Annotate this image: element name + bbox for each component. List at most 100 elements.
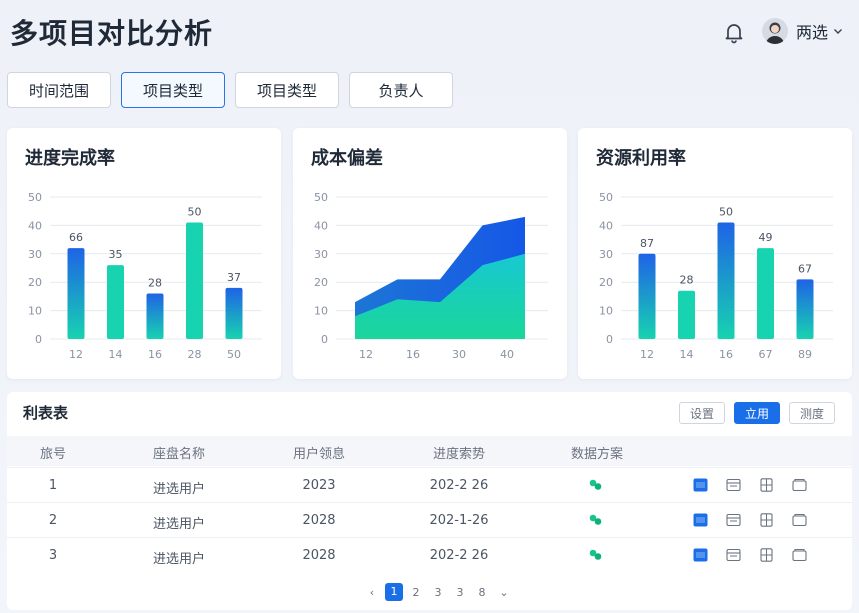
- col-header-no: 旅号: [39, 447, 66, 462]
- chart-card-progress: 进度完成率 0 10 20 30 40 50 66 12 35 14 28 16 50 28 37 50: [7, 128, 281, 379]
- y-tick-label: 30: [599, 248, 613, 261]
- y-tick-label: 10: [28, 305, 42, 318]
- settings-button[interactable]: 设置: [679, 402, 725, 424]
- x-tick-label: 67: [759, 348, 773, 361]
- cell-name: 进选用户: [152, 552, 205, 567]
- x-tick-label: 28: [188, 348, 202, 361]
- data-label: 87: [640, 237, 654, 250]
- y-tick-label: 40: [314, 219, 328, 232]
- x-tick-label: 16: [406, 348, 420, 361]
- card-view-icon[interactable]: [693, 548, 708, 562]
- bar: [796, 279, 814, 339]
- table-row[interactable]: 1 进选用户 2023 202-2 26: [7, 467, 852, 502]
- y-tick-label: 40: [28, 219, 42, 232]
- y-tick-label: 20: [599, 276, 613, 289]
- folder-icon[interactable]: [792, 478, 807, 492]
- y-tick-label: 50: [599, 191, 613, 204]
- data-label: 50: [719, 206, 733, 219]
- progress-chart: 0 10 20 30 40 50 66 12 35 14 28 16 50 28 37 50: [28, 191, 262, 361]
- pagination-prev[interactable]: ‹: [361, 586, 383, 599]
- chart-card-resource: 资源利用率 0 10 20 30 40 50 87 12 28 14 50 16 49 67 67 89: [578, 128, 852, 379]
- folder-icon[interactable]: [792, 548, 807, 562]
- pagination-page[interactable]: 2: [405, 586, 427, 599]
- bell-icon[interactable]: [722, 20, 746, 44]
- apply-button[interactable]: 立用: [734, 402, 780, 424]
- table-card: 利表表 设置 立用 测度 旅号 座盘名称 用户领息 进度索势 数据方案 1 进选…: [7, 392, 852, 610]
- pagination-page[interactable]: 3: [449, 586, 471, 599]
- table-row[interactable]: 2 进选用户 2028 202-1-26: [7, 502, 852, 537]
- calendar-icon[interactable]: [726, 478, 741, 492]
- document-icon[interactable]: [759, 478, 774, 492]
- card-view-icon[interactable]: [693, 513, 708, 527]
- col-header-progress: 进度索势: [432, 447, 485, 462]
- cell-year: 2028: [302, 548, 336, 563]
- data-status-icon: [589, 514, 602, 525]
- cell-no: 1: [48, 478, 58, 493]
- x-tick-label: 16: [719, 348, 733, 361]
- cell-date: 202-1-26: [429, 513, 489, 528]
- filter-project-type[interactable]: 项目类型: [121, 72, 225, 108]
- pagination: ‹ 1 2 3 3 8 ⌄: [361, 582, 515, 602]
- filter-owner[interactable]: 负责人: [349, 72, 453, 108]
- data-label: 49: [759, 231, 773, 244]
- bar: [225, 287, 243, 339]
- y-tick-label: 50: [314, 191, 328, 204]
- folder-icon[interactable]: [792, 513, 807, 527]
- data-label: 28: [680, 274, 694, 287]
- calendar-icon[interactable]: [726, 513, 741, 527]
- y-tick-label: 10: [599, 305, 613, 318]
- x-tick-label: 89: [798, 348, 812, 361]
- x-tick-label: 12: [69, 348, 83, 361]
- y-tick-label: 20: [28, 276, 42, 289]
- cell-name: 进选用户: [152, 482, 205, 497]
- filter-project-type-2[interactable]: 项目类型: [235, 72, 339, 108]
- cell-name: 进选用户: [152, 517, 205, 532]
- x-tick-label: 14: [680, 348, 694, 361]
- col-header-user: 用户领息: [292, 447, 345, 462]
- data-status-icon: [589, 479, 602, 490]
- bar: [638, 253, 656, 339]
- user-name: 两选: [796, 23, 829, 42]
- filter-time-range[interactable]: 时间范围: [7, 72, 111, 108]
- y-tick-label: 0: [606, 333, 613, 346]
- data-status-icon: [589, 549, 602, 560]
- pagination-next[interactable]: ⌄: [493, 586, 515, 599]
- y-tick-label: 30: [28, 248, 42, 261]
- pagination-page[interactable]: 1: [385, 583, 403, 601]
- x-tick-label: 30: [452, 348, 466, 361]
- calendar-icon[interactable]: [726, 548, 741, 562]
- cell-no: 3: [48, 548, 58, 563]
- header: 多项目对比分析 两选: [0, 0, 859, 64]
- bar: [757, 248, 774, 339]
- x-tick-label: 12: [640, 348, 654, 361]
- document-icon[interactable]: [759, 513, 774, 527]
- y-tick-label: 0: [321, 333, 328, 346]
- pagination-page[interactable]: 8: [471, 586, 493, 599]
- data-label: 66: [69, 231, 83, 244]
- y-tick-label: 30: [314, 248, 328, 261]
- col-header-data: 数据方案: [570, 447, 623, 462]
- cell-year: 2023: [302, 478, 336, 493]
- card-view-icon[interactable]: [693, 478, 708, 492]
- y-tick-label: 10: [314, 305, 328, 318]
- bar: [678, 290, 695, 339]
- cell-year: 2028: [302, 513, 336, 528]
- pagination-page[interactable]: 3: [427, 586, 449, 599]
- user-menu[interactable]: 两选: [762, 17, 844, 45]
- x-tick-label: 16: [148, 348, 162, 361]
- bar: [717, 222, 735, 339]
- avatar: [762, 18, 788, 44]
- table-row[interactable]: 3 进选用户 2028 202-2 26: [7, 537, 852, 572]
- document-icon[interactable]: [759, 548, 774, 562]
- measure-button[interactable]: 测度: [789, 402, 835, 424]
- data-label: 35: [109, 248, 123, 261]
- y-tick-label: 20: [314, 276, 328, 289]
- data-label: 50: [188, 206, 202, 219]
- bar: [146, 293, 164, 339]
- y-tick-label: 50: [28, 191, 42, 204]
- x-tick-label: 14: [109, 348, 123, 361]
- x-tick-label: 50: [227, 348, 241, 361]
- x-tick-label: 12: [359, 348, 373, 361]
- y-tick-label: 40: [599, 219, 613, 232]
- table-header: 旅号 座盘名称 用户领息 进度索势 数据方案: [7, 436, 852, 466]
